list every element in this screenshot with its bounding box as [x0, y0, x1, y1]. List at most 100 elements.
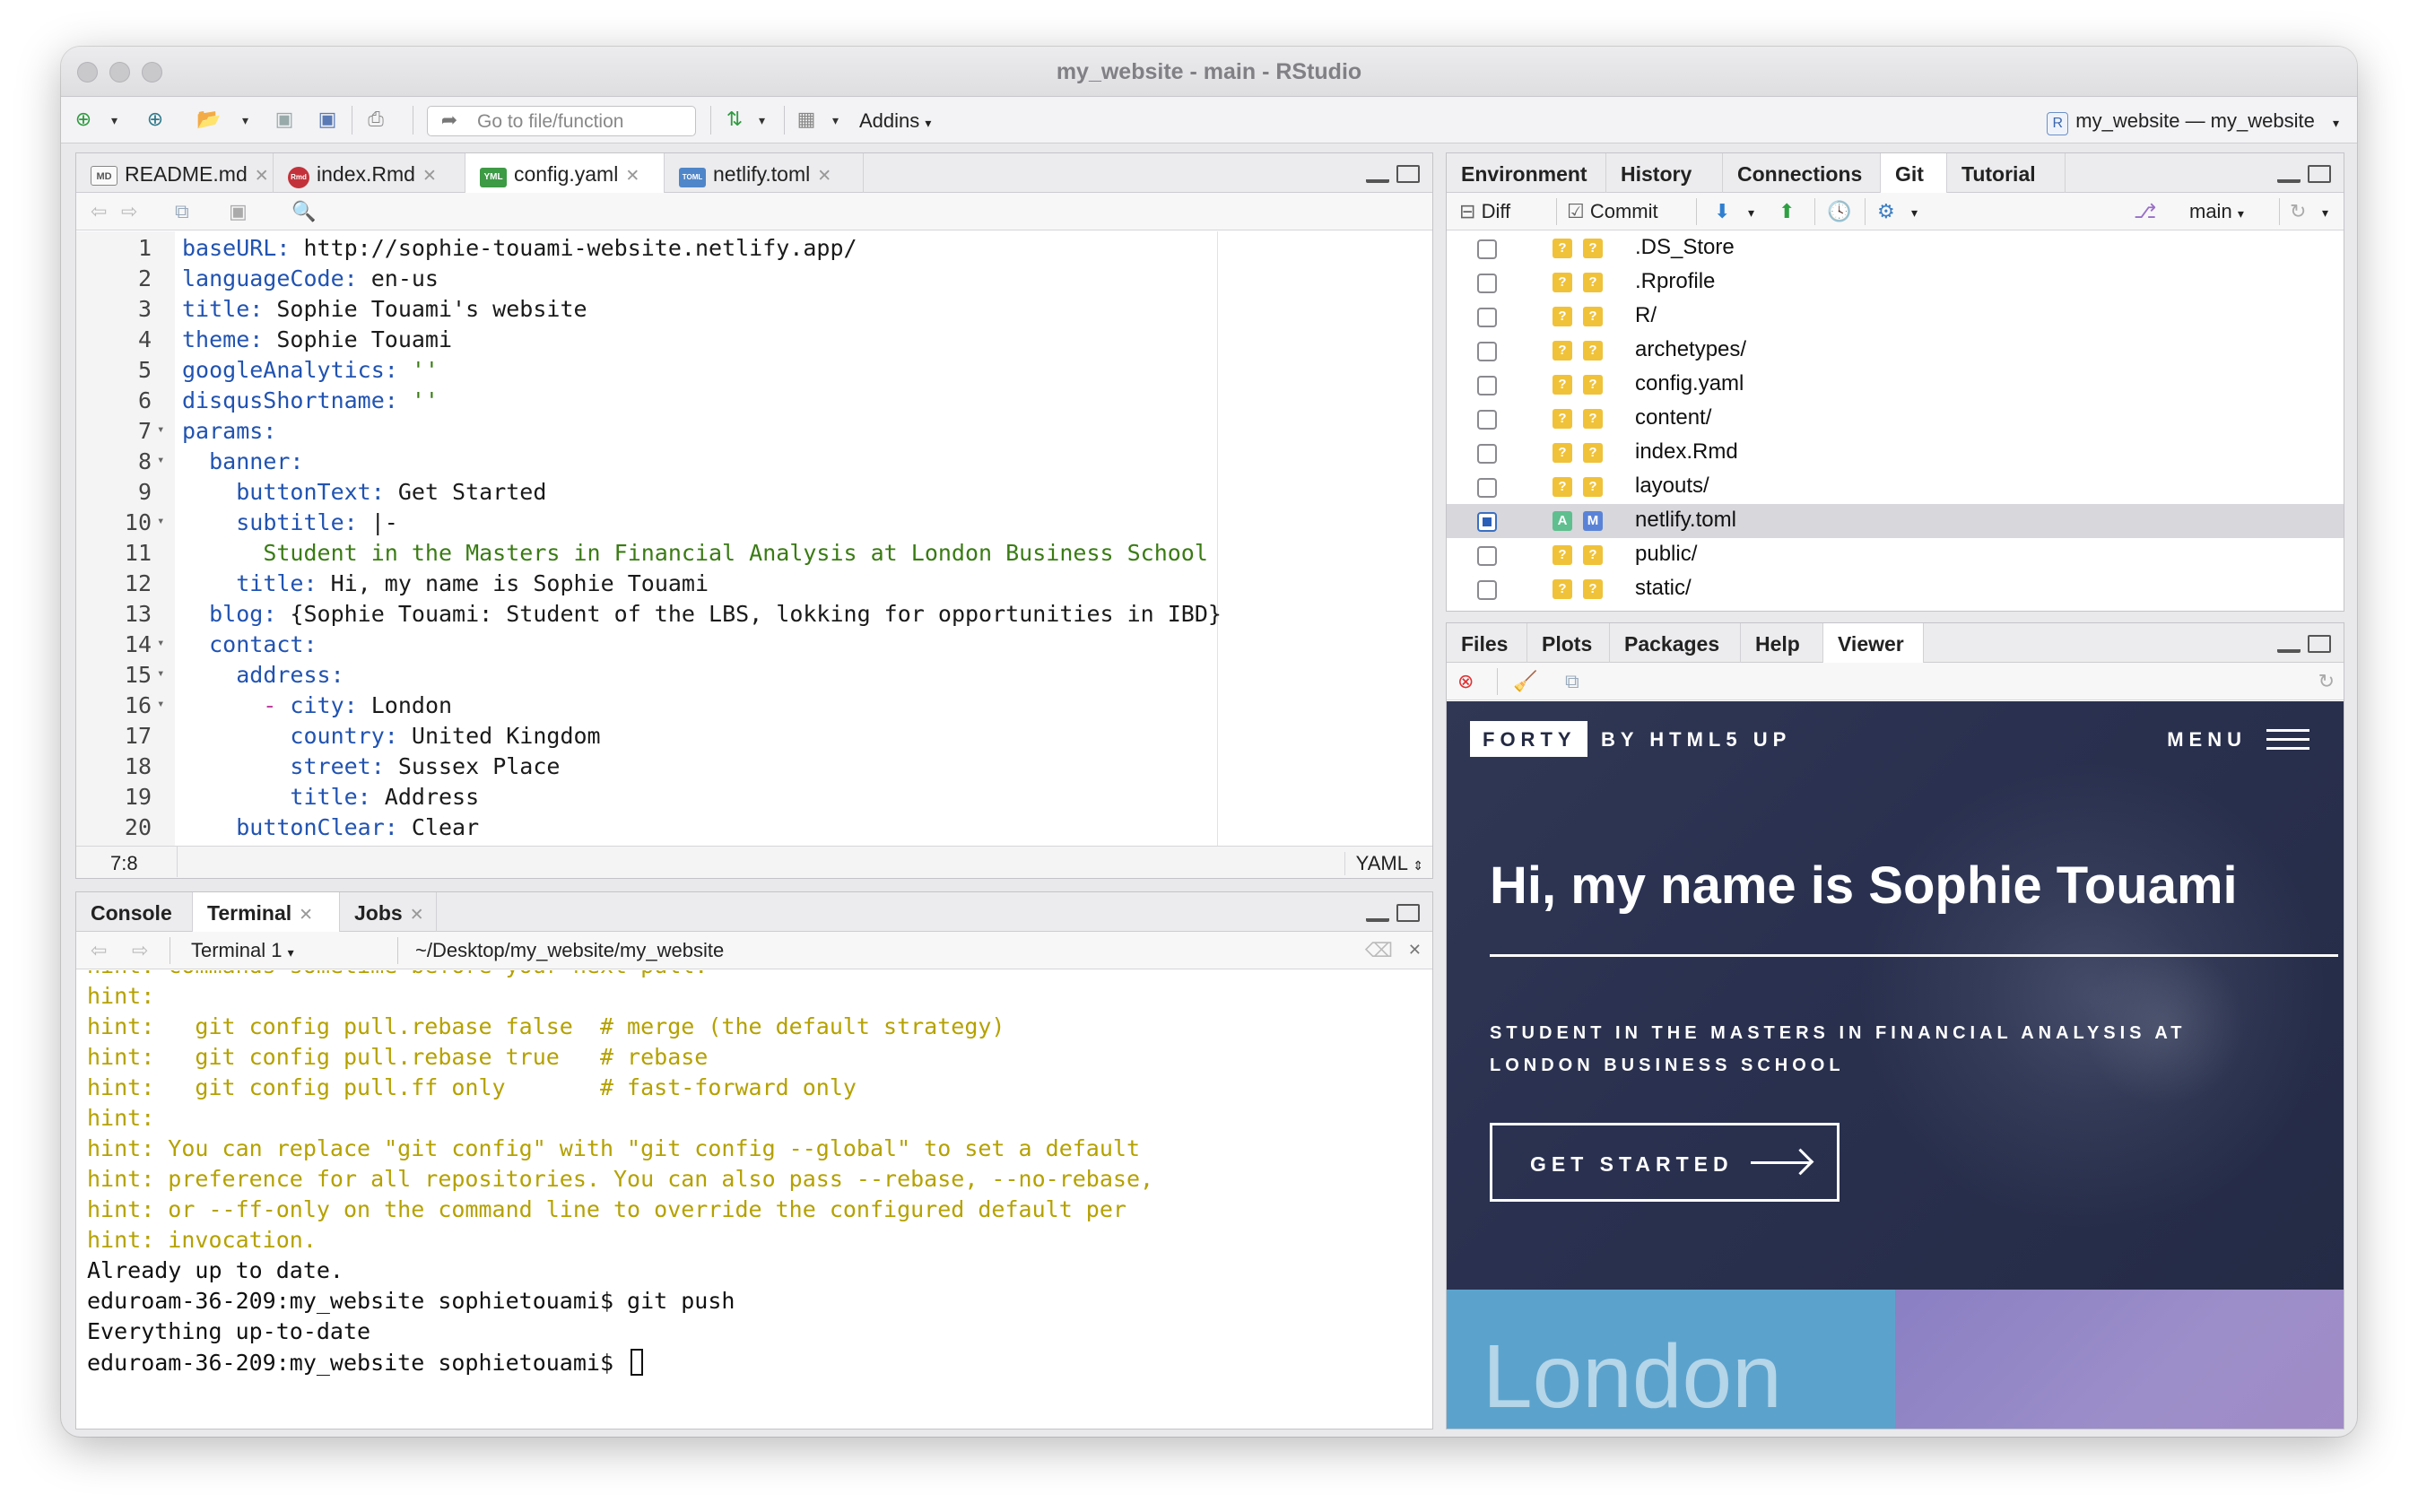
- git-vcs-dropdown-icon[interactable]: ▾: [759, 113, 765, 128]
- refresh-dropdown-icon[interactable]: ▾: [2322, 205, 2328, 221]
- close-tab-icon[interactable]: ✕: [422, 167, 437, 186]
- fold-arrow-icon[interactable]: ▾: [157, 697, 164, 711]
- code-line[interactable]: 5 googleAnalytics: '': [76, 357, 1432, 387]
- project-menu[interactable]: Rmy_website — my_website ▾: [2047, 109, 2339, 135]
- branch-selector[interactable]: main ▾: [2189, 200, 2244, 223]
- tab-help[interactable]: Help: [1741, 623, 1823, 663]
- tab-history[interactable]: History: [1606, 153, 1723, 193]
- fold-arrow-icon[interactable]: ▾: [157, 636, 164, 650]
- minimize-pane-icon[interactable]: [2277, 176, 2301, 183]
- new-project-icon[interactable]: ⊕: [142, 106, 169, 133]
- addins-menu[interactable]: Addins ▾: [859, 109, 931, 133]
- tab-netlify-toml[interactable]: TOML netlify.toml ✕: [665, 153, 864, 193]
- commit-button[interactable]: ☑ Commit: [1567, 200, 1658, 223]
- minimize-pane-icon[interactable]: [1366, 176, 1389, 183]
- git-file-row[interactable]: A Mnetlify.toml: [1447, 504, 2344, 538]
- tab-environment[interactable]: Environment: [1447, 153, 1606, 193]
- previous-terminal-icon[interactable]: ⇦: [91, 939, 107, 962]
- git-settings-gear-icon[interactable]: ⚙: [1877, 200, 1895, 223]
- git-file-row[interactable]: ?? static/: [1447, 572, 2344, 606]
- clear-viewer-broom-icon[interactable]: 🧹: [1513, 670, 1537, 693]
- code-line[interactable]: 20 buttonClear: Clear: [76, 814, 1432, 845]
- file-type-selector[interactable]: YAML ⇕: [1344, 852, 1423, 875]
- code-line[interactable]: 9 buttonText: Get Started: [76, 479, 1432, 509]
- get-started-button[interactable]: GET STARTED: [1490, 1123, 1840, 1202]
- forward-arrow-icon[interactable]: ⇨: [121, 200, 137, 223]
- tab-console[interactable]: Console: [76, 892, 193, 932]
- code-editor[interactable]: 1 baseURL: http://sophie-touami-website.n…: [76, 231, 1432, 846]
- maximize-pane-icon[interactable]: [2308, 165, 2331, 183]
- next-terminal-icon[interactable]: ⇨: [132, 939, 148, 962]
- tab-config-yaml[interactable]: YML config.yaml ✕: [465, 153, 665, 194]
- fold-arrow-icon[interactable]: ▾: [157, 422, 164, 437]
- tab-viewer[interactable]: Viewer: [1823, 623, 1924, 664]
- code-line[interactable]: 16 ▾ - city: London: [76, 692, 1432, 723]
- push-arrow-icon[interactable]: ⬆: [1779, 200, 1795, 223]
- print-icon[interactable]: ⎙: [362, 106, 389, 133]
- staged-checkbox[interactable]: [1477, 546, 1497, 566]
- save-all-icon[interactable]: ▣: [314, 106, 341, 133]
- tab-plots[interactable]: Plots: [1527, 623, 1610, 663]
- fold-arrow-icon[interactable]: ▾: [157, 453, 164, 467]
- new-branch-icon[interactable]: ⎇: [2134, 200, 2156, 223]
- terminal-selector[interactable]: Terminal 1 ▾: [191, 939, 294, 962]
- git-file-row[interactable]: ?? archetypes/: [1447, 334, 2344, 368]
- open-file-icon[interactable]: 📂: [196, 106, 222, 133]
- diff-button[interactable]: ⊟ Diff: [1459, 200, 1510, 223]
- git-file-row[interactable]: ?? index.Rmd: [1447, 436, 2344, 470]
- menu-link[interactable]: MENU: [2167, 728, 2247, 752]
- open-file-dropdown-icon[interactable]: ▾: [242, 113, 248, 128]
- refresh-viewer-icon[interactable]: ↻: [2318, 670, 2335, 693]
- tab-jobs[interactable]: Jobs ✕: [340, 892, 437, 932]
- close-terminal-icon[interactable]: ✕: [1408, 941, 1422, 960]
- code-line[interactable]: 2 languageCode: en-us: [76, 265, 1432, 296]
- git-file-row[interactable]: ?? .DS_Store: [1447, 231, 2344, 265]
- laptop-tile[interactable]: [1895, 1290, 2344, 1429]
- code-line[interactable]: 17 country: United Kingdom: [76, 723, 1432, 753]
- code-line[interactable]: 15 ▾ address:: [76, 662, 1432, 692]
- show-in-new-window-icon[interactable]: ⧉: [1565, 670, 1579, 693]
- staged-checkbox[interactable]: [1477, 274, 1497, 293]
- code-line[interactable]: 7 ▾ params:: [76, 418, 1432, 448]
- fold-arrow-icon[interactable]: ▾: [157, 514, 164, 528]
- london-tile[interactable]: London: [1447, 1290, 1895, 1429]
- code-line[interactable]: 11 Student in the Masters in Financial A…: [76, 540, 1432, 570]
- close-tab-icon[interactable]: ✕: [299, 906, 313, 925]
- back-arrow-icon[interactable]: ⇦: [91, 200, 107, 223]
- maximize-pane-icon[interactable]: [2308, 635, 2331, 653]
- show-in-window-icon[interactable]: ⧉: [175, 200, 189, 223]
- close-tab-icon[interactable]: ✕: [817, 167, 831, 186]
- site-logo[interactable]: FORTY: [1470, 721, 1587, 757]
- tab-readme[interactable]: MD README.md ✕: [76, 153, 274, 193]
- maximize-pane-icon[interactable]: [1396, 165, 1420, 183]
- git-file-row[interactable]: ?? content/: [1447, 402, 2344, 436]
- git-file-row[interactable]: ?? config.yaml: [1447, 368, 2344, 402]
- git-file-row[interactable]: ?? R/: [1447, 300, 2344, 334]
- staged-checkbox[interactable]: [1477, 580, 1497, 600]
- staged-checkbox[interactable]: [1477, 410, 1497, 430]
- code-line[interactable]: 12 title: Hi, my name is Sophie Touami: [76, 570, 1432, 601]
- code-line[interactable]: 3 title: Sophie Touami's website: [76, 296, 1432, 326]
- staged-checkbox[interactable]: [1477, 444, 1497, 464]
- terminal-output[interactable]: hint: commands sometime before your next…: [76, 970, 1432, 1429]
- goto-file-function-input[interactable]: Go to file/function: [427, 106, 696, 136]
- tab-git[interactable]: Git: [1881, 153, 1947, 194]
- new-file-icon[interactable]: ⊕: [70, 106, 97, 133]
- code-line[interactable]: 6 disqusShortname: '': [76, 387, 1432, 418]
- code-line[interactable]: 10 ▾ subtitle: |-: [76, 509, 1432, 540]
- tab-packages[interactable]: Packages: [1610, 623, 1741, 663]
- pull-dropdown-icon[interactable]: ▾: [1748, 205, 1754, 221]
- hamburger-menu-icon[interactable]: [2266, 729, 2309, 756]
- code-line[interactable]: 18 street: Sussex Place: [76, 753, 1432, 784]
- git-file-row[interactable]: ?? public/: [1447, 538, 2344, 572]
- staged-checkbox[interactable]: [1477, 308, 1497, 327]
- pane-layout-dropdown-icon[interactable]: ▾: [832, 113, 839, 128]
- settings-dropdown-icon[interactable]: ▾: [1911, 205, 1918, 221]
- code-line[interactable]: 14 ▾ contact:: [76, 631, 1432, 662]
- staged-checkbox[interactable]: [1477, 342, 1497, 361]
- code-line[interactable]: 19 title: Address: [76, 784, 1432, 814]
- minimize-pane-icon[interactable]: [2277, 646, 2301, 653]
- minimize-pane-icon[interactable]: [1366, 915, 1389, 922]
- tab-connections[interactable]: Connections: [1723, 153, 1881, 193]
- staged-checkbox[interactable]: [1477, 478, 1497, 498]
